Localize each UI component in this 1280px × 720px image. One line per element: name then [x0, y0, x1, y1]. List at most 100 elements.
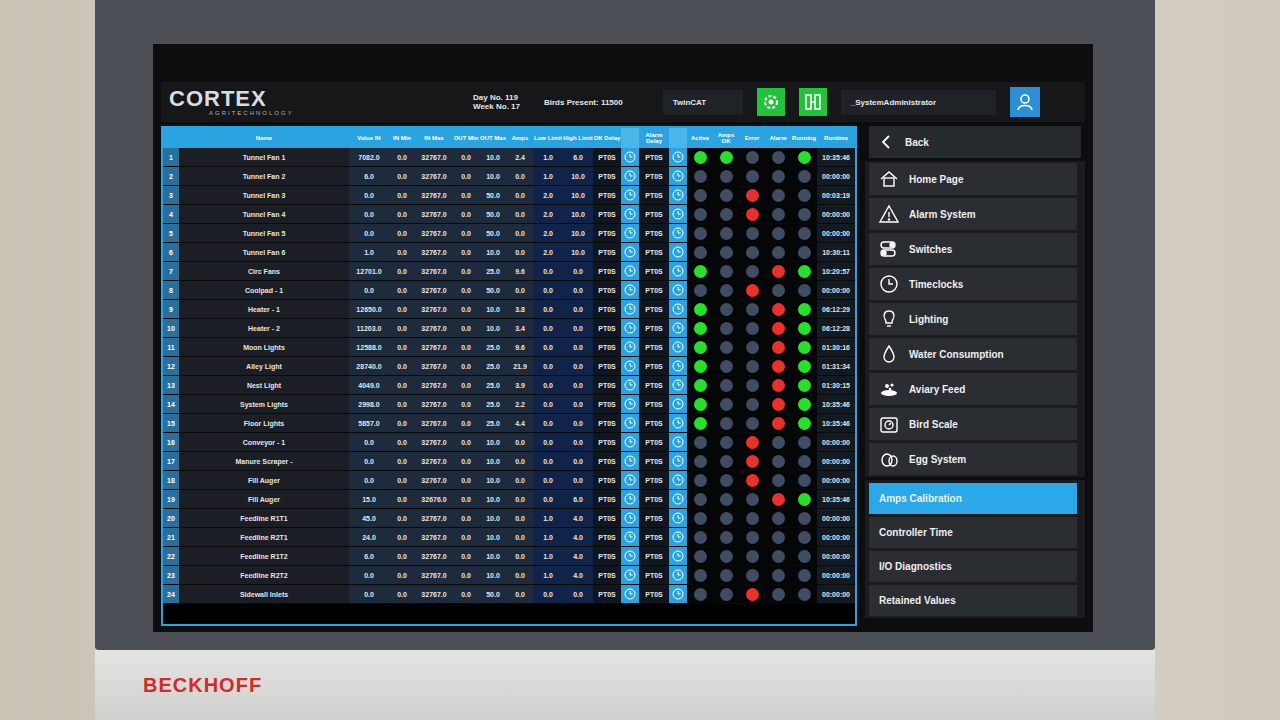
sidebar-item[interactable]: Retained Values [869, 585, 1077, 616]
limit-cell[interactable]: 10.0 [563, 243, 593, 262]
back-button[interactable]: Back [869, 126, 1081, 158]
value-cell[interactable]: 32767.0 [415, 224, 453, 243]
ok-delay-button[interactable] [621, 585, 639, 604]
value-cell[interactable]: 32767.0 [415, 262, 453, 281]
value-cell[interactable]: 0.0 [389, 509, 415, 528]
alarm-delay-button[interactable] [669, 566, 687, 585]
ok-delay-button[interactable] [621, 205, 639, 224]
value-cell[interactable]: 0.0 [349, 566, 389, 585]
table-row[interactable]: 6Tunnel Fan 61.00.032767.00.010.00.02.01… [163, 243, 855, 262]
alarm-delay-cell[interactable]: PT0S [639, 414, 669, 433]
value-cell[interactable]: 50.0 [479, 224, 507, 243]
sidebar-item[interactable]: I/O Diagnostics [869, 551, 1077, 582]
value-cell[interactable]: 25.0 [479, 376, 507, 395]
value-cell[interactable]: 50.0 [479, 186, 507, 205]
value-cell[interactable]: 32767.0 [415, 547, 453, 566]
limit-cell[interactable]: 6.0 [563, 490, 593, 509]
ok-delay-cell[interactable]: PT0S [593, 509, 621, 528]
value-cell[interactable]: 32767.0 [415, 148, 453, 167]
value-cell[interactable]: 25.0 [479, 395, 507, 414]
ok-delay-cell[interactable]: PT0S [593, 319, 621, 338]
sidebar-item[interactable]: Lighting [869, 303, 1077, 335]
value-cell[interactable]: 6.0 [349, 547, 389, 566]
value-cell[interactable]: 0.0 [389, 338, 415, 357]
value-cell[interactable]: 10.0 [479, 471, 507, 490]
value-cell[interactable]: 3.9 [507, 376, 533, 395]
value-cell[interactable]: 0.0 [389, 357, 415, 376]
value-cell[interactable]: 0.0 [453, 357, 479, 376]
value-cell[interactable]: 32767.0 [415, 357, 453, 376]
value-cell[interactable]: 25.0 [479, 262, 507, 281]
alarm-delay-button[interactable] [669, 262, 687, 281]
value-cell[interactable]: 10.0 [479, 433, 507, 452]
limit-cell[interactable]: 0.0 [563, 452, 593, 471]
value-cell[interactable]: 10.0 [479, 319, 507, 338]
limit-cell[interactable]: 0.0 [563, 319, 593, 338]
value-cell[interactable]: 32767.0 [415, 300, 453, 319]
alarm-delay-button[interactable] [669, 490, 687, 509]
value-cell[interactable]: 0.0 [389, 300, 415, 319]
value-cell[interactable]: 0.0 [507, 452, 533, 471]
table-row[interactable]: 7Circ Fans12701.00.032767.00.025.09.60.0… [163, 262, 855, 281]
table-row[interactable]: 3Tunnel Fan 30.00.032767.00.050.00.02.01… [163, 186, 855, 205]
value-cell[interactable]: 0.0 [389, 452, 415, 471]
table-row[interactable]: 5Tunnel Fan 50.00.032767.00.050.00.02.01… [163, 224, 855, 243]
value-cell[interactable]: 12701.0 [349, 262, 389, 281]
value-cell[interactable]: 2.4 [507, 148, 533, 167]
ok-delay-cell[interactable]: PT0S [593, 281, 621, 300]
ok-delay-button[interactable] [621, 224, 639, 243]
value-cell[interactable]: 0.0 [349, 224, 389, 243]
ok-delay-button[interactable] [621, 452, 639, 471]
alarm-delay-cell[interactable]: PT0S [639, 585, 669, 604]
alarm-delay-cell[interactable]: PT0S [639, 243, 669, 262]
alarm-delay-cell[interactable]: PT0S [639, 490, 669, 509]
sidebar-item[interactable]: Switches [869, 233, 1077, 265]
value-cell[interactable]: 2.2 [507, 395, 533, 414]
limit-cell[interactable]: 0.0 [533, 300, 563, 319]
table-row[interactable]: 19Fill Auger15.00.032676.00.010.00.00.06… [163, 490, 855, 509]
limit-cell[interactable]: 0.0 [533, 319, 563, 338]
value-cell[interactable]: 0.0 [453, 433, 479, 452]
limit-cell[interactable]: 0.0 [563, 433, 593, 452]
value-cell[interactable]: 10.0 [479, 547, 507, 566]
value-cell[interactable]: 0.0 [389, 585, 415, 604]
ok-delay-cell[interactable]: PT0S [593, 414, 621, 433]
limit-cell[interactable]: 10.0 [563, 186, 593, 205]
value-cell[interactable]: 32767.0 [415, 433, 453, 452]
alarm-delay-cell[interactable]: PT0S [639, 338, 669, 357]
value-cell[interactable]: 32767.0 [415, 281, 453, 300]
limit-cell[interactable]: 1.0 [533, 547, 563, 566]
value-cell[interactable]: 9.6 [507, 338, 533, 357]
value-cell[interactable]: 12588.0 [349, 338, 389, 357]
value-cell[interactable]: 0.0 [349, 433, 389, 452]
alarm-delay-button[interactable] [669, 186, 687, 205]
value-cell[interactable]: 50.0 [479, 281, 507, 300]
alarm-delay-button[interactable] [669, 243, 687, 262]
limit-cell[interactable]: 4.0 [563, 547, 593, 566]
table-row[interactable]: 24Sidewall Inlets0.00.032767.00.050.00.0… [163, 585, 855, 604]
ok-delay-cell[interactable]: PT0S [593, 148, 621, 167]
value-cell[interactable]: 0.0 [453, 452, 479, 471]
alarm-delay-button[interactable] [669, 148, 687, 167]
value-cell[interactable]: 32767.0 [415, 452, 453, 471]
value-cell[interactable]: 7082.0 [349, 148, 389, 167]
table-row[interactable]: 4Tunnel Fan 40.00.032767.00.050.00.02.01… [163, 205, 855, 224]
value-cell[interactable]: 0.0 [349, 471, 389, 490]
sidebar-item[interactable]: Timeclocks [869, 268, 1077, 300]
value-cell[interactable]: 32676.0 [415, 490, 453, 509]
table-row[interactable]: 11Moon Lights12588.00.032767.00.025.09.6… [163, 338, 855, 357]
value-cell[interactable]: 10.0 [479, 300, 507, 319]
ok-delay-cell[interactable]: PT0S [593, 167, 621, 186]
value-cell[interactable]: 21.9 [507, 357, 533, 376]
value-cell[interactable]: 10.0 [479, 566, 507, 585]
value-cell[interactable]: 0.0 [349, 205, 389, 224]
alarm-delay-button[interactable] [669, 300, 687, 319]
value-cell[interactable]: 10.0 [479, 452, 507, 471]
value-cell[interactable]: 10.0 [479, 509, 507, 528]
limit-cell[interactable]: 10.0 [563, 167, 593, 186]
limit-cell[interactable]: 0.0 [563, 300, 593, 319]
value-cell[interactable]: 25.0 [479, 414, 507, 433]
limit-cell[interactable]: 0.0 [533, 357, 563, 376]
ok-delay-button[interactable] [621, 547, 639, 566]
value-cell[interactable]: 0.0 [389, 167, 415, 186]
